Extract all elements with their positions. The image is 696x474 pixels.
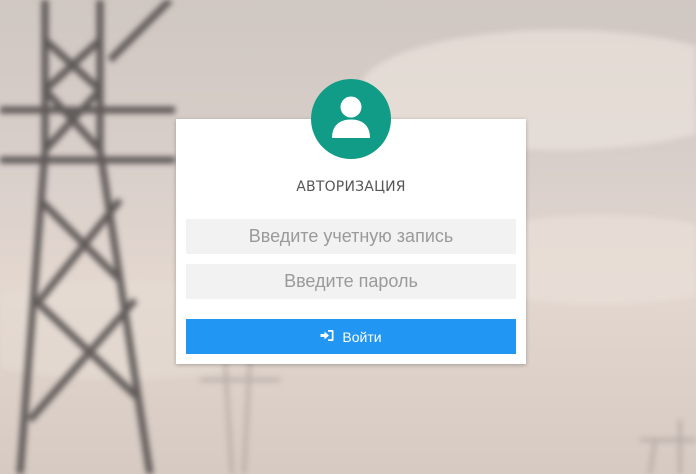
sign-in-icon	[320, 329, 334, 345]
user-icon	[330, 95, 372, 144]
login-button-label: Войти	[342, 328, 382, 345]
avatar	[311, 79, 391, 159]
login-title: АВТОРИЗАЦИЯ	[296, 179, 406, 195]
login-button[interactable]: Войти	[186, 319, 516, 354]
password-input[interactable]	[186, 264, 516, 299]
login-input[interactable]	[186, 219, 516, 254]
